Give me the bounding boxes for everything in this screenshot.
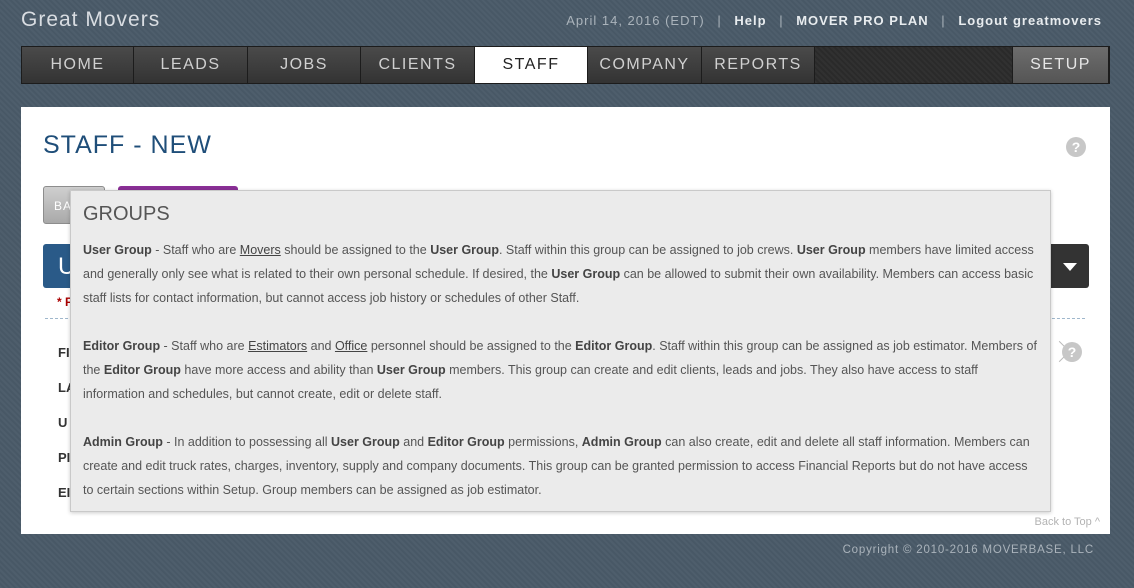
top-utility-bar: April 14, 2016 (EDT) | Help | MOVER PRO … <box>566 13 1102 28</box>
bold-text: Editor Group <box>427 435 505 449</box>
nav-clients[interactable]: CLIENTS <box>361 47 475 83</box>
nav-spacer <box>815 47 1013 83</box>
field-label-phone: PI <box>58 450 71 465</box>
bold-text: User Group <box>796 243 866 257</box>
bold-text: Editor Group <box>103 363 181 377</box>
bold-text: User Group <box>551 267 621 281</box>
chevron-down-icon[interactable] <box>1051 244 1089 288</box>
field-label-first-name: FI <box>58 345 70 360</box>
text: should be assigned to the <box>280 243 431 257</box>
bold-text: User Group <box>331 435 400 449</box>
groups-popup: GROUPS User Group - Staff who are Movers… <box>70 190 1051 512</box>
bold-text: Editor Group <box>575 339 653 353</box>
nav-leads[interactable]: LEADS <box>134 47 248 83</box>
nav-company[interactable]: COMPANY <box>588 47 702 83</box>
text: - Staff who are <box>151 243 240 257</box>
text: . Staff within this group can be assigne… <box>498 243 797 257</box>
back-to-top-link[interactable]: Back to Top ^ <box>1035 516 1101 528</box>
main-nav: HOME LEADS JOBS CLIENTS STAFF COMPANY RE… <box>21 46 1110 84</box>
current-date: April 14, 2016 (EDT) <box>566 13 705 28</box>
office-link[interactable]: Office <box>335 339 367 353</box>
separator: | <box>779 13 784 28</box>
text: - Staff who are <box>160 339 249 353</box>
groups-help-icon[interactable]: ? <box>1062 342 1082 362</box>
nav-home[interactable]: HOME <box>22 47 134 83</box>
separator: | <box>717 13 722 28</box>
brand-logo[interactable]: Great Movers <box>21 8 160 32</box>
text: permissions, <box>504 435 582 449</box>
user-group-selector[interactable]: U <box>43 244 75 288</box>
page-help-icon[interactable]: ? <box>1066 137 1086 157</box>
user-group-description: User Group - Staff who are Movers should… <box>83 238 1038 310</box>
nav-setup[interactable]: SETUP <box>1013 47 1109 83</box>
text: and <box>399 435 428 449</box>
bold-text: Admin Group <box>581 435 662 449</box>
text: and <box>307 339 335 353</box>
admin-group-heading: Admin Group <box>83 435 163 449</box>
popup-title: GROUPS <box>83 203 170 225</box>
field-label-email: EI <box>58 485 71 500</box>
logout-link[interactable]: Logout greatmovers <box>958 13 1102 28</box>
help-link[interactable]: Help <box>734 13 766 28</box>
nav-jobs[interactable]: JOBS <box>248 47 361 83</box>
separator: | <box>941 13 946 28</box>
bold-text: User Group <box>430 243 499 257</box>
movers-link[interactable]: Movers <box>240 243 281 257</box>
user-group-heading: User Group <box>83 243 152 257</box>
editor-group-heading: Editor Group <box>83 339 161 353</box>
text: - In addition to possessing all <box>162 435 332 449</box>
nav-staff[interactable]: STAFF <box>475 47 588 83</box>
bold-text: User Group <box>376 363 446 377</box>
page-title: STAFF - NEW <box>43 131 212 159</box>
copyright-footer: Copyright © 2010-2016 MOVERBASE, LLC <box>842 544 1094 556</box>
field-label-username: U <box>58 415 68 430</box>
text: have more access and ability than <box>180 363 377 377</box>
admin-group-description: Admin Group - In addition to possessing … <box>83 430 1038 502</box>
estimators-link[interactable]: Estimators <box>248 339 307 353</box>
text: personnel should be assigned to the <box>367 339 576 353</box>
nav-reports[interactable]: REPORTS <box>702 47 815 83</box>
plan-link[interactable]: MOVER PRO PLAN <box>796 13 928 28</box>
editor-group-description: Editor Group - Staff who are Estimators … <box>83 334 1038 406</box>
